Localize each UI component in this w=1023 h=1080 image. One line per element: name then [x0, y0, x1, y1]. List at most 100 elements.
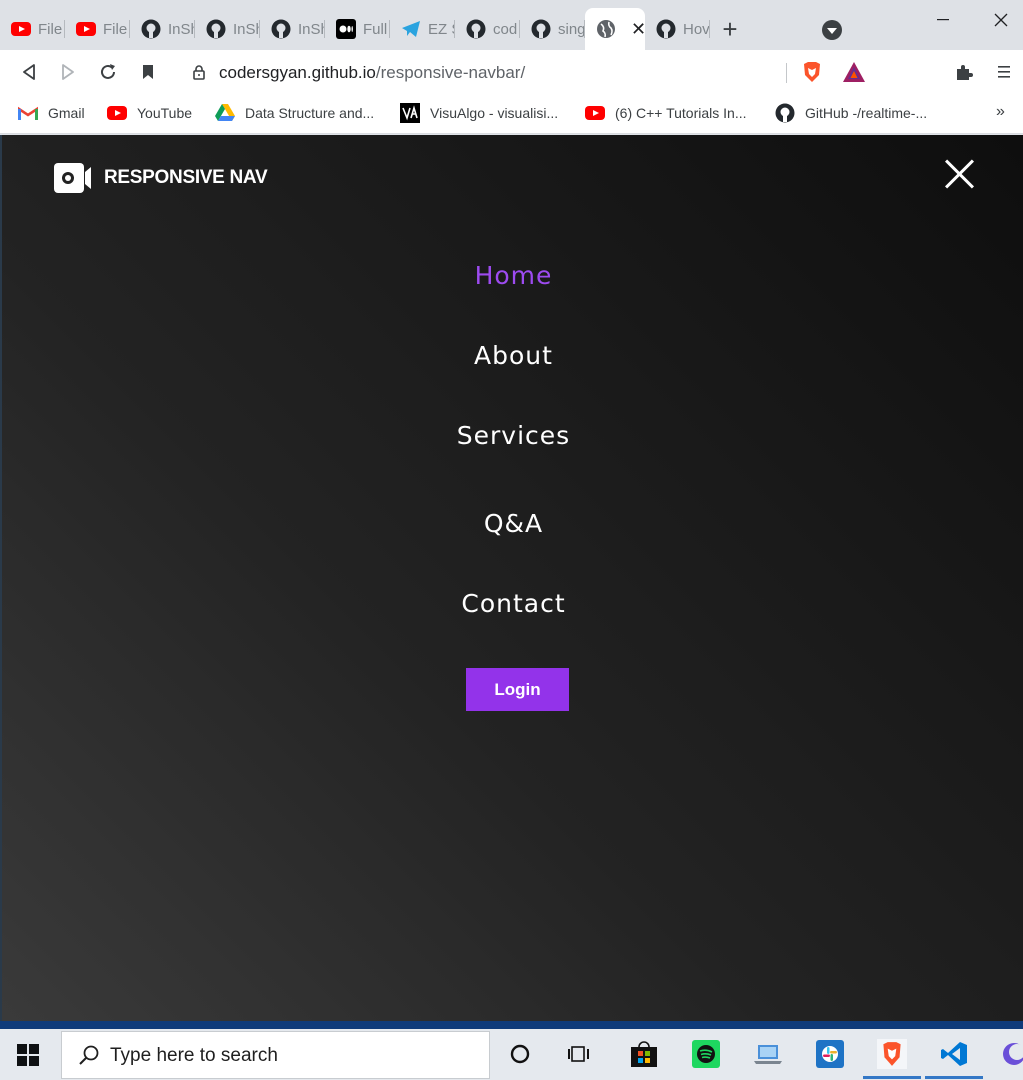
- tab-label: cod: [493, 20, 518, 38]
- youtube-icon: [585, 103, 605, 123]
- nav-link-services[interactable]: Services: [2, 421, 1023, 450]
- windows-taskbar: Type here to search: [0, 1021, 1023, 1080]
- extensions-icon[interactable]: [946, 50, 982, 94]
- github-icon: [530, 18, 552, 40]
- url-text: codersgyan.github.io/responsive-navbar/: [219, 63, 525, 83]
- medium-icon: [335, 18, 357, 40]
- bookmark-label: GitHub -/realtime-...: [805, 105, 928, 121]
- bookmark-github-realtime[interactable]: GitHub -/realtime-...: [775, 103, 927, 123]
- search-icon: [78, 1044, 100, 1066]
- brave-browser-taskbar-icon[interactable]: [877, 1039, 907, 1069]
- slack-icon[interactable]: [815, 1039, 845, 1069]
- tab-active-responsive-navbar[interactable]: ✕: [585, 8, 645, 50]
- forward-button[interactable]: [50, 50, 86, 94]
- windows-start-icon[interactable]: [17, 1044, 39, 1066]
- bookmarks-overflow-button[interactable]: »: [996, 103, 1005, 121]
- tab-label: InSh: [168, 20, 195, 38]
- browser-toolbar: codersgyan.github.io/responsive-navbar/: [0, 50, 1023, 94]
- globe-icon: [595, 18, 617, 40]
- tab-label: File: [103, 20, 128, 38]
- tab-search-icon[interactable]: [822, 20, 842, 40]
- url-host: codersgyan.github.io: [219, 63, 376, 82]
- microsoft-store-icon[interactable]: [629, 1039, 659, 1069]
- new-tab-button[interactable]: +: [710, 8, 750, 50]
- bookmark-cpp-tutorials[interactable]: (6) C++ Tutorials In...: [585, 103, 747, 123]
- nav-link-qa[interactable]: Q&A: [2, 509, 1023, 538]
- bookmark-visualgo[interactable]: VisuAlgo - visualisi...: [400, 103, 558, 123]
- laptop-app-icon[interactable]: [753, 1039, 783, 1069]
- open-app-indicator: [925, 1076, 983, 1079]
- back-button[interactable]: [11, 50, 47, 94]
- video-camera-icon: [54, 163, 92, 193]
- nav-link-home[interactable]: Home: [2, 261, 1023, 290]
- tab-label: InSh: [298, 20, 325, 38]
- moon-app-icon[interactable]: [999, 1039, 1023, 1069]
- web-page: RESPONSIVE NAV Home About Services Q&A C…: [0, 135, 1023, 1021]
- google-drive-icon: [215, 103, 235, 123]
- tab-github-insh-1[interactable]: InSh: [130, 8, 195, 50]
- tab-label: Full: [363, 20, 388, 38]
- tab-youtube-file-2[interactable]: File: [65, 8, 130, 50]
- tab-label: InSh: [233, 20, 260, 38]
- bookmark-label: (6) C++ Tutorials In...: [615, 105, 747, 121]
- tab-github-insh-2[interactable]: InSh: [195, 8, 260, 50]
- bookmark-label: VisuAlgo - visualisi...: [430, 105, 559, 121]
- login-button[interactable]: Login: [466, 668, 569, 711]
- github-icon: [465, 18, 487, 40]
- omnibox-divider: [786, 63, 787, 83]
- tab-label: sing: [558, 20, 585, 38]
- window-close-button[interactable]: [972, 0, 1023, 40]
- active-app-indicator: [863, 1076, 921, 1079]
- bookmarks-bar: Gmail YouTube Data Structure and... Visu…: [0, 94, 1023, 134]
- tab-strip: File File InSh InSh InSh Full EZ S cod: [0, 0, 1023, 50]
- telegram-icon: [400, 18, 422, 40]
- search-placeholder: Type here to search: [110, 1045, 278, 1066]
- bookmark-label: Data Structure and...: [245, 105, 375, 121]
- nav-link-about[interactable]: About: [2, 341, 1023, 370]
- lock-icon: [191, 64, 207, 80]
- brave-shields-icon[interactable]: [800, 60, 824, 84]
- tab-github-insh-3[interactable]: InSh: [260, 8, 325, 50]
- url-path: /responsive-navbar/: [375, 63, 526, 82]
- tab-medium-full[interactable]: Full: [325, 8, 390, 50]
- github-icon: [140, 18, 162, 40]
- vscode-icon[interactable]: [939, 1039, 969, 1069]
- youtube-icon: [75, 18, 97, 40]
- github-icon: [205, 18, 227, 40]
- brand-name: RESPONSIVE NAV: [104, 167, 268, 188]
- visualgo-icon: [400, 103, 420, 123]
- close-menu-icon[interactable]: [943, 159, 975, 191]
- bookmark-gmail[interactable]: Gmail: [18, 103, 85, 123]
- gmail-icon: [18, 103, 38, 123]
- brand-logo[interactable]: RESPONSIVE NAV: [54, 163, 268, 193]
- nav-link-contact[interactable]: Contact: [2, 589, 1023, 618]
- bookmark-label: YouTube: [137, 105, 193, 121]
- tab-list: File File InSh InSh InSh Full EZ S cod: [0, 8, 710, 50]
- close-tab-icon[interactable]: ✕: [631, 19, 645, 40]
- spotify-icon[interactable]: [691, 1039, 721, 1069]
- address-bar[interactable]: codersgyan.github.io/responsive-navbar/: [177, 55, 876, 89]
- tab-github-hov[interactable]: Hov: [645, 8, 710, 50]
- menu-icon[interactable]: [986, 50, 1022, 94]
- tab-github-sing[interactable]: sing: [520, 8, 585, 50]
- window-maximize-icon: [915, 0, 973, 40]
- bookmark-youtube[interactable]: YouTube: [107, 103, 192, 123]
- tab-label: EZ S: [428, 20, 455, 38]
- tab-youtube-file-1[interactable]: File: [0, 8, 65, 50]
- github-icon: [270, 18, 292, 40]
- tab-telegram-ez[interactable]: EZ S: [390, 8, 455, 50]
- brave-rewards-icon[interactable]: [842, 61, 866, 83]
- youtube-icon: [10, 18, 32, 40]
- taskbar-search-box[interactable]: Type here to search: [61, 1031, 490, 1079]
- bookmark-label: Gmail: [48, 105, 85, 121]
- task-view-icon[interactable]: [565, 1039, 595, 1069]
- youtube-icon: [107, 103, 127, 123]
- cortana-icon[interactable]: [505, 1039, 535, 1069]
- tab-label: Hov: [683, 20, 710, 38]
- reload-button[interactable]: [90, 50, 126, 94]
- github-icon: [775, 103, 795, 123]
- bookmark-data-structure[interactable]: Data Structure and...: [215, 103, 374, 123]
- github-icon: [655, 18, 677, 40]
- tab-github-cod[interactable]: cod: [455, 8, 520, 50]
- bookmark-icon[interactable]: [130, 50, 166, 94]
